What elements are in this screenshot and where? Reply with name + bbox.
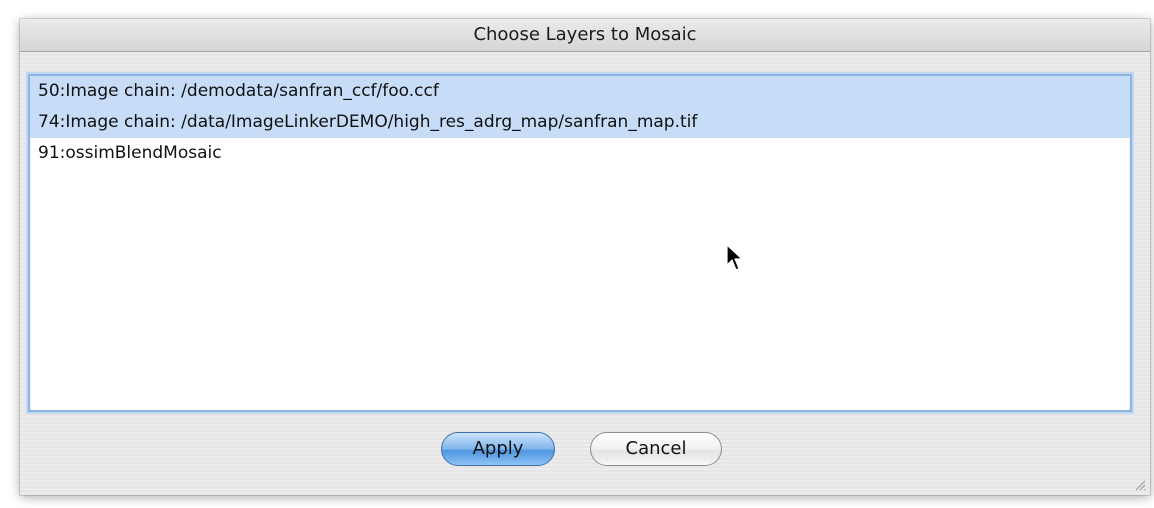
list-item[interactable]: 91:ossimBlendMosaic: [30, 138, 1130, 169]
list-item[interactable]: 74:Image chain: /data/ImageLinkerDEMO/hi…: [30, 107, 1130, 138]
arrow-cursor-icon: [726, 244, 743, 271]
cancel-button[interactable]: Cancel: [590, 432, 722, 466]
resize-grip-icon[interactable]: [1132, 477, 1146, 491]
list-item[interactable]: 50:Image chain: /demodata/sanfran_ccf/fo…: [30, 76, 1130, 107]
choose-layers-dialog: Choose Layers to Mosaic 50:Image chain: …: [20, 19, 1150, 495]
dialog-content: 50:Image chain: /demodata/sanfran_ccf/fo…: [20, 52, 1150, 495]
layers-list[interactable]: 50:Image chain: /demodata/sanfran_ccf/fo…: [28, 74, 1132, 412]
apply-button[interactable]: Apply: [441, 432, 555, 466]
dialog-title: Choose Layers to Mosaic: [20, 19, 1150, 52]
